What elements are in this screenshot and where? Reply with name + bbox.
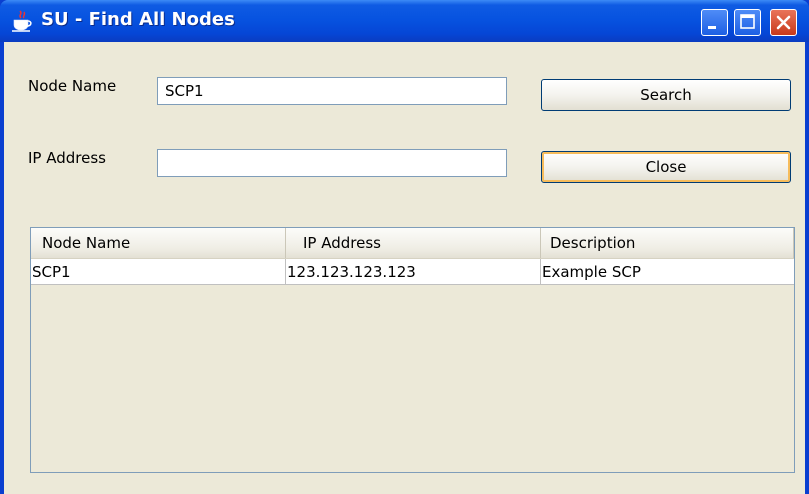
window-title: SU - Find All Nodes: [41, 9, 235, 30]
column-header-node-name[interactable]: Node Name: [31, 228, 286, 258]
node-name-input[interactable]: [157, 77, 507, 105]
cell-node-name[interactable]: SCP1: [31, 259, 286, 285]
java-coffee-cup-icon: [12, 10, 32, 32]
cell-ip-address[interactable]: 123.123.123.123: [286, 259, 541, 285]
ip-address-label: IP Address: [28, 149, 106, 167]
cell-description[interactable]: Example SCP: [541, 259, 794, 285]
close-window-button[interactable]: [770, 9, 797, 36]
table-row[interactable]: SCP1 123.123.123.123 Example SCP: [31, 259, 794, 285]
search-button[interactable]: Search: [541, 79, 791, 111]
minimize-icon: [708, 26, 716, 29]
maximize-icon: [740, 14, 755, 29]
column-header-description[interactable]: Description: [541, 228, 794, 258]
ip-address-input[interactable]: [157, 149, 507, 177]
column-header-ip-address[interactable]: IP Address: [286, 228, 541, 258]
maximize-button[interactable]: [734, 9, 761, 36]
dialog-content: Node Name IP Address Search Close Node N…: [4, 42, 805, 494]
close-button[interactable]: Close: [541, 151, 791, 183]
nodes-table: Node Name IP Address Description SCP1 12…: [30, 227, 795, 473]
title-bar[interactable]: SU - Find All Nodes: [0, 0, 809, 42]
table-header: Node Name IP Address Description: [31, 228, 794, 259]
minimize-button[interactable]: [701, 9, 728, 36]
node-name-label: Node Name: [28, 77, 117, 95]
close-icon: [776, 15, 791, 30]
find-all-nodes-window: SU - Find All Nodes Node Name IP Address…: [0, 0, 809, 494]
